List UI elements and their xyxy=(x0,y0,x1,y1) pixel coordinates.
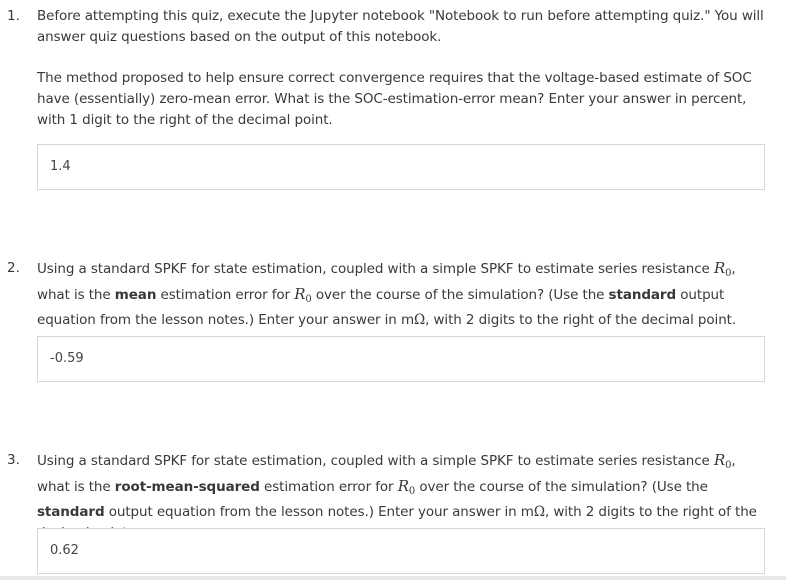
question-number: 3. xyxy=(7,452,20,468)
answer-value: -0.59 xyxy=(50,351,84,366)
page-bottom-edge xyxy=(0,576,786,580)
answer-value: 1.4 xyxy=(50,159,71,174)
question-text: Using a standard SPKF for state estimati… xyxy=(37,258,772,331)
answer-field-2[interactable]: -0.59 xyxy=(37,336,765,382)
answer-value: 0.62 xyxy=(50,543,79,558)
quiz-page: 1. Before attempting this quiz, execute … xyxy=(0,0,786,580)
question-intro: Before attempting this quiz, execute the… xyxy=(37,8,764,45)
question-number: 2. xyxy=(7,260,20,276)
r0-symbol: R0 xyxy=(713,451,732,471)
answer-field-3[interactable]: 0.62 xyxy=(37,528,765,574)
omega-symbol: Ω xyxy=(414,312,426,328)
omega-symbol: Ω xyxy=(533,504,545,520)
r0-symbol: R0 xyxy=(713,259,732,279)
question-prompt: The method proposed to help ensure corre… xyxy=(37,70,752,128)
question-number: 1. xyxy=(7,8,20,24)
answer-field-1[interactable]: 1.4 xyxy=(37,144,765,190)
r0-symbol: R0 xyxy=(397,477,416,497)
r0-symbol: R0 xyxy=(294,285,312,305)
question-text: Before attempting this quiz, execute the… xyxy=(37,6,772,131)
question-prompt: Using a standard SPKF for state estimati… xyxy=(37,259,737,328)
